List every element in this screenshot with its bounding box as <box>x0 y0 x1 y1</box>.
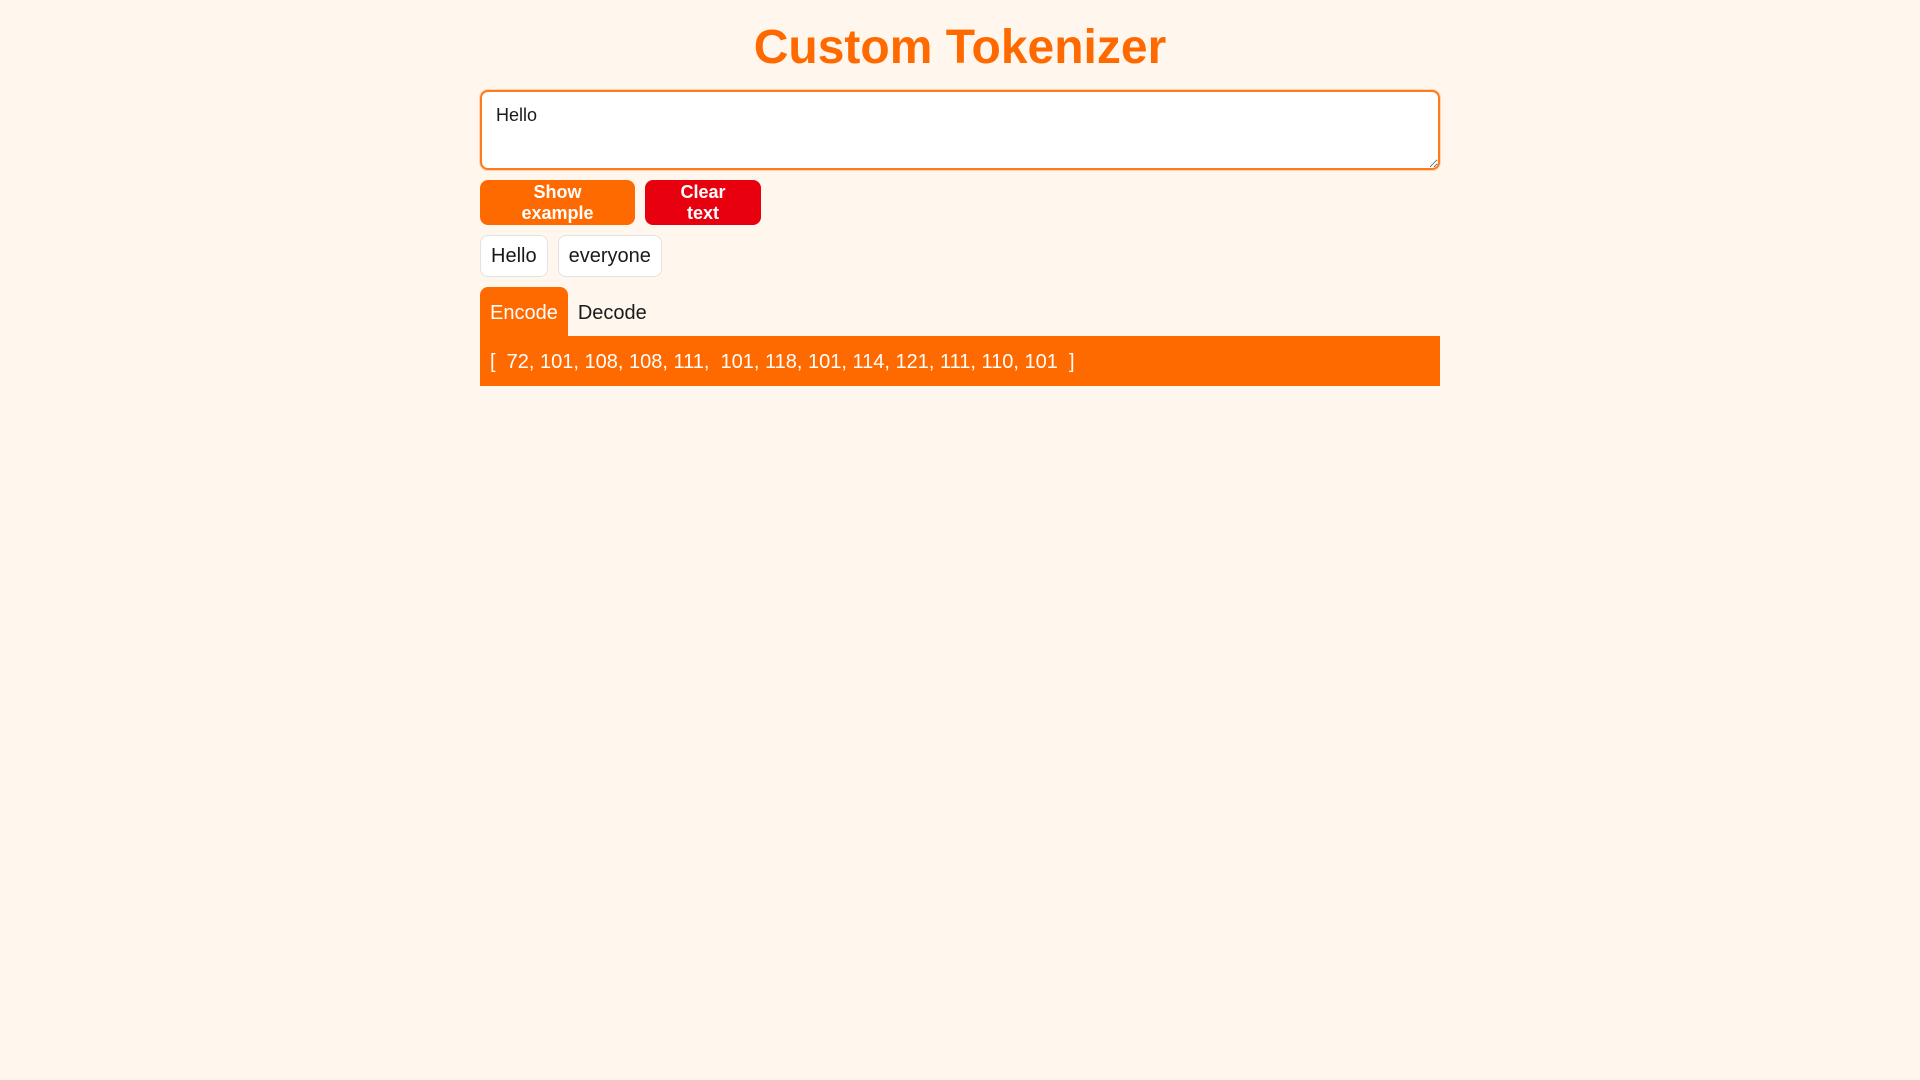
page-title: Custom Tokenizer <box>753 21 1167 74</box>
text-input[interactable] <box>480 90 1440 170</box>
encoded-output: [ 72, 101, 108, 108, 111, 101, 118, 101,… <box>480 336 1440 386</box>
button-row: Show example Clear text <box>480 180 1440 225</box>
token-chip: everyone <box>557 235 662 277</box>
token-list: Hello everyone <box>480 235 1440 277</box>
tab-encode[interactable]: Encode <box>480 287 568 336</box>
input-container <box>480 90 1440 170</box>
token-chip: Hello <box>480 235 548 277</box>
tokenizer-app: Custom Tokenizer Show example Clear text… <box>480 0 1440 386</box>
clear-text-button[interactable]: Clear text <box>645 180 761 225</box>
show-example-button[interactable]: Show example <box>480 180 635 225</box>
tab-bar: Encode Decode <box>480 287 1440 336</box>
tab-decode[interactable]: Decode <box>568 287 657 336</box>
